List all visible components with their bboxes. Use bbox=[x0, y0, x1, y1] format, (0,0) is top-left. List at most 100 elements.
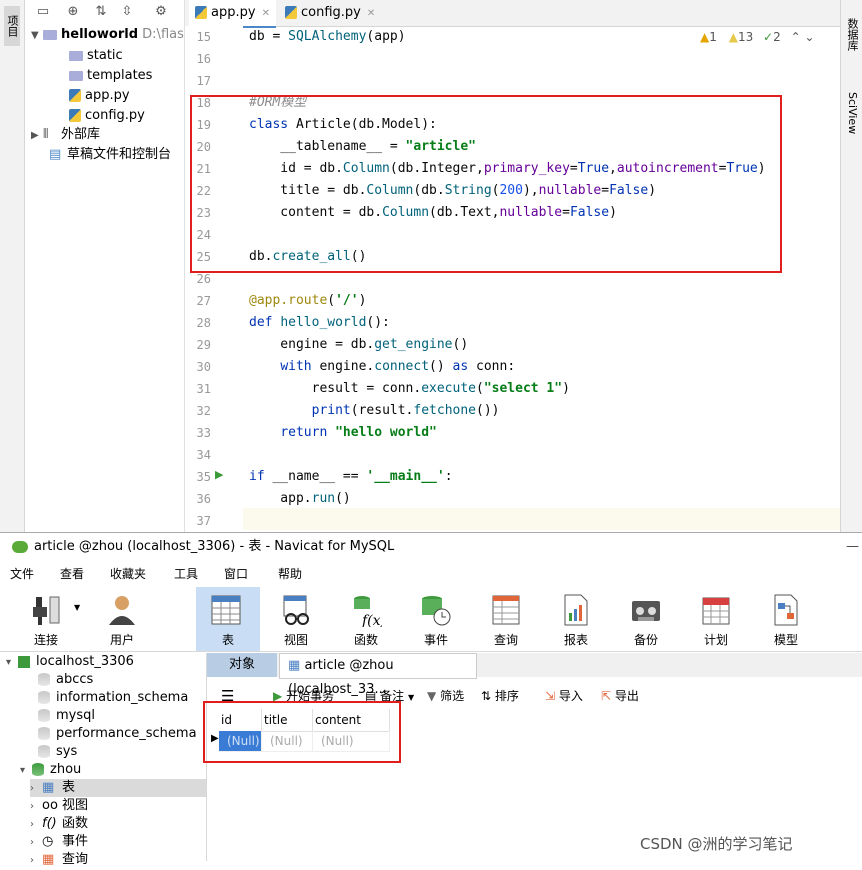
tree-item-label: config.py bbox=[85, 108, 145, 123]
close-icon[interactable]: ✕ bbox=[262, 8, 270, 19]
toolbar-label: 表 bbox=[221, 633, 234, 647]
toolbar-label: 报表 bbox=[563, 633, 588, 647]
tab-app-py[interactable]: app.py ✕ bbox=[189, 0, 276, 28]
tab-config-py[interactable]: config.py ✕ bbox=[279, 0, 381, 26]
model-icon bbox=[774, 594, 798, 626]
sort-button[interactable]: ⇅ 排序 bbox=[481, 683, 519, 709]
chevron-right-icon[interactable]: ▶ bbox=[31, 126, 43, 146]
menu-tools[interactable]: 工具 bbox=[174, 563, 198, 585]
toolbar-query-button[interactable]: 查询 bbox=[476, 587, 536, 651]
project-view-icon[interactable]: ▭ bbox=[35, 4, 51, 20]
chevron-down-icon[interactable]: ⌄ bbox=[804, 30, 814, 44]
toolbar-table-button[interactable]: 表 bbox=[196, 587, 260, 651]
menu-favorites[interactable]: 收藏夹 bbox=[110, 563, 146, 585]
button-label: 导出 bbox=[614, 689, 639, 703]
line-number: 27 bbox=[196, 294, 211, 308]
toolbar-label: 备份 bbox=[633, 633, 658, 647]
menu-help[interactable]: 帮助 bbox=[278, 563, 302, 585]
toolbar-report-button[interactable]: 报表 bbox=[546, 587, 606, 651]
import-button[interactable]: ⇲ 导入 bbox=[545, 683, 583, 709]
plug-icon bbox=[33, 596, 60, 625]
tree-db-information-schema[interactable]: information_schema bbox=[38, 689, 188, 707]
collapse-all-icon[interactable]: ⇅ bbox=[93, 4, 109, 20]
tree-label: performance_schema bbox=[56, 726, 197, 741]
line-number: 30 bbox=[196, 360, 211, 374]
svg-text:f(x): f(x) bbox=[361, 613, 382, 627]
project-root[interactable]: ▼ helloworld D:\flask bbox=[31, 25, 191, 45]
tree-item-static[interactable]: static bbox=[69, 46, 123, 66]
tree-zhou-tables[interactable]: › ▦ 表 bbox=[30, 779, 206, 797]
tab-article-table[interactable]: ▦ article @zhou (localhost_33... bbox=[279, 653, 477, 697]
run-icon[interactable]: ▶ bbox=[215, 468, 223, 481]
locate-icon[interactable]: ⊕ bbox=[65, 4, 81, 20]
window-title: article @zhou (localhost_3306) - 表 - Nav… bbox=[34, 539, 395, 554]
project-tool-button[interactable]: 项目 bbox=[4, 6, 20, 46]
chevron-right-icon[interactable]: › bbox=[30, 816, 42, 834]
tree-label: abccs bbox=[56, 672, 94, 687]
toolbar-function-button[interactable]: f(x) 函数 bbox=[336, 587, 396, 651]
tree-zhou-events[interactable]: › ◷ 事件 bbox=[30, 833, 88, 851]
tree-item-scratches[interactable]: ▤ 草稿文件和控制台 bbox=[49, 145, 171, 165]
chevron-down-icon[interactable]: ▼ bbox=[31, 26, 43, 46]
tree-label: localhost_3306 bbox=[36, 654, 134, 669]
tab-label: app.py bbox=[211, 5, 256, 20]
menu-file[interactable]: 文件 bbox=[10, 563, 34, 585]
chevron-down-icon[interactable]: ▾ bbox=[6, 654, 18, 672]
tree-db-mysql[interactable]: mysql bbox=[38, 707, 95, 725]
toolbar-label: 用户 bbox=[109, 633, 134, 647]
toolbar-label: 计划 bbox=[703, 633, 728, 647]
import-icon: ⇲ bbox=[545, 689, 556, 703]
tree-label: 事件 bbox=[62, 834, 89, 849]
tree-db-zhou[interactable]: ▾ zhou bbox=[20, 761, 81, 779]
tab-objects[interactable]: 对象 bbox=[207, 653, 277, 677]
chevron-up-icon[interactable]: ⌃ bbox=[791, 30, 801, 44]
tree-item-app-py[interactable]: app.py bbox=[69, 86, 130, 106]
settings-gear-icon[interactable]: ⚙ bbox=[153, 4, 169, 20]
tree-db-sys[interactable]: sys bbox=[38, 743, 77, 761]
database-tool-button[interactable]: 数据库 bbox=[844, 18, 860, 51]
tree-item-config-py[interactable]: config.py bbox=[69, 106, 145, 126]
event-icon: ◷ bbox=[42, 834, 54, 849]
close-icon[interactable]: ✕ bbox=[367, 8, 375, 19]
menu-window[interactable]: 窗口 bbox=[224, 563, 248, 585]
database-icon bbox=[38, 745, 50, 758]
toolbar-schedule-button[interactable]: 计划 bbox=[686, 587, 746, 651]
toolbar-connect-button[interactable]: 连接 ▼ bbox=[16, 587, 80, 651]
dropdown-arrow-icon[interactable]: ▼ bbox=[74, 603, 80, 612]
tree-item-templates[interactable]: templates bbox=[69, 66, 152, 86]
filter-button[interactable]: ▼ 筛选 bbox=[427, 683, 464, 709]
tree-db-performance-schema[interactable]: performance_schema bbox=[38, 725, 197, 743]
chevron-right-icon[interactable]: › bbox=[30, 834, 42, 852]
tree-zhou-views[interactable]: › oo 视图 bbox=[30, 797, 88, 815]
toolbar-user-button[interactable]: 用户 bbox=[92, 587, 152, 651]
tree-zhou-functions[interactable]: › f() 函数 bbox=[30, 815, 88, 833]
toolbar-backup-button[interactable]: 备份 bbox=[616, 587, 676, 651]
chevron-right-icon[interactable]: › bbox=[30, 852, 42, 870]
toolbar-view-button[interactable]: 视图 bbox=[266, 587, 326, 651]
function-icon: f(x) bbox=[354, 596, 382, 627]
export-button[interactable]: ⇱ 导出 bbox=[601, 683, 639, 709]
chevron-right-icon[interactable]: › bbox=[30, 798, 42, 816]
ide-left-tool-strip: 项目 bbox=[0, 0, 25, 532]
toolbar-label: 连接 bbox=[33, 633, 58, 647]
tree-zhou-queries[interactable]: › ▦ 查询 bbox=[30, 851, 88, 869]
weak-warning-count: 13 bbox=[737, 30, 754, 44]
tree-connection[interactable]: ▾ localhost_3306 bbox=[6, 653, 134, 671]
tree-db-abccs[interactable]: abccs bbox=[38, 671, 93, 689]
tree-item-external-libs[interactable]: ▶ ⫴ 外部库 bbox=[31, 125, 100, 145]
ide-right-tool-strip: 数据库 SciView bbox=[840, 0, 862, 532]
query-icon: ▦ bbox=[42, 852, 55, 867]
inspection-widget[interactable]: ▲1 ▲13 ✓2 ⌃ ⌄ bbox=[700, 30, 815, 44]
chevron-down-icon[interactable]: ▾ bbox=[20, 762, 32, 780]
expand-all-icon[interactable]: ⇳ bbox=[119, 4, 135, 20]
sciview-tool-button[interactable]: SciView bbox=[844, 92, 860, 134]
menu-view[interactable]: 查看 bbox=[60, 563, 84, 585]
project-panel: ▭ ⊕ ⇅ ⇳ ⚙ ▼ helloworld D:\flask static te… bbox=[25, 0, 191, 532]
chevron-right-icon[interactable]: › bbox=[30, 780, 42, 798]
python-file-icon bbox=[285, 6, 297, 19]
toolbar-event-button[interactable]: 事件 bbox=[406, 587, 466, 651]
code-line: print(result.fetchone()) bbox=[311, 403, 500, 418]
toolbar-model-button[interactable]: 模型 bbox=[756, 587, 816, 651]
minimize-icon[interactable]: — bbox=[846, 533, 859, 561]
project-root-name: helloworld bbox=[61, 27, 139, 42]
